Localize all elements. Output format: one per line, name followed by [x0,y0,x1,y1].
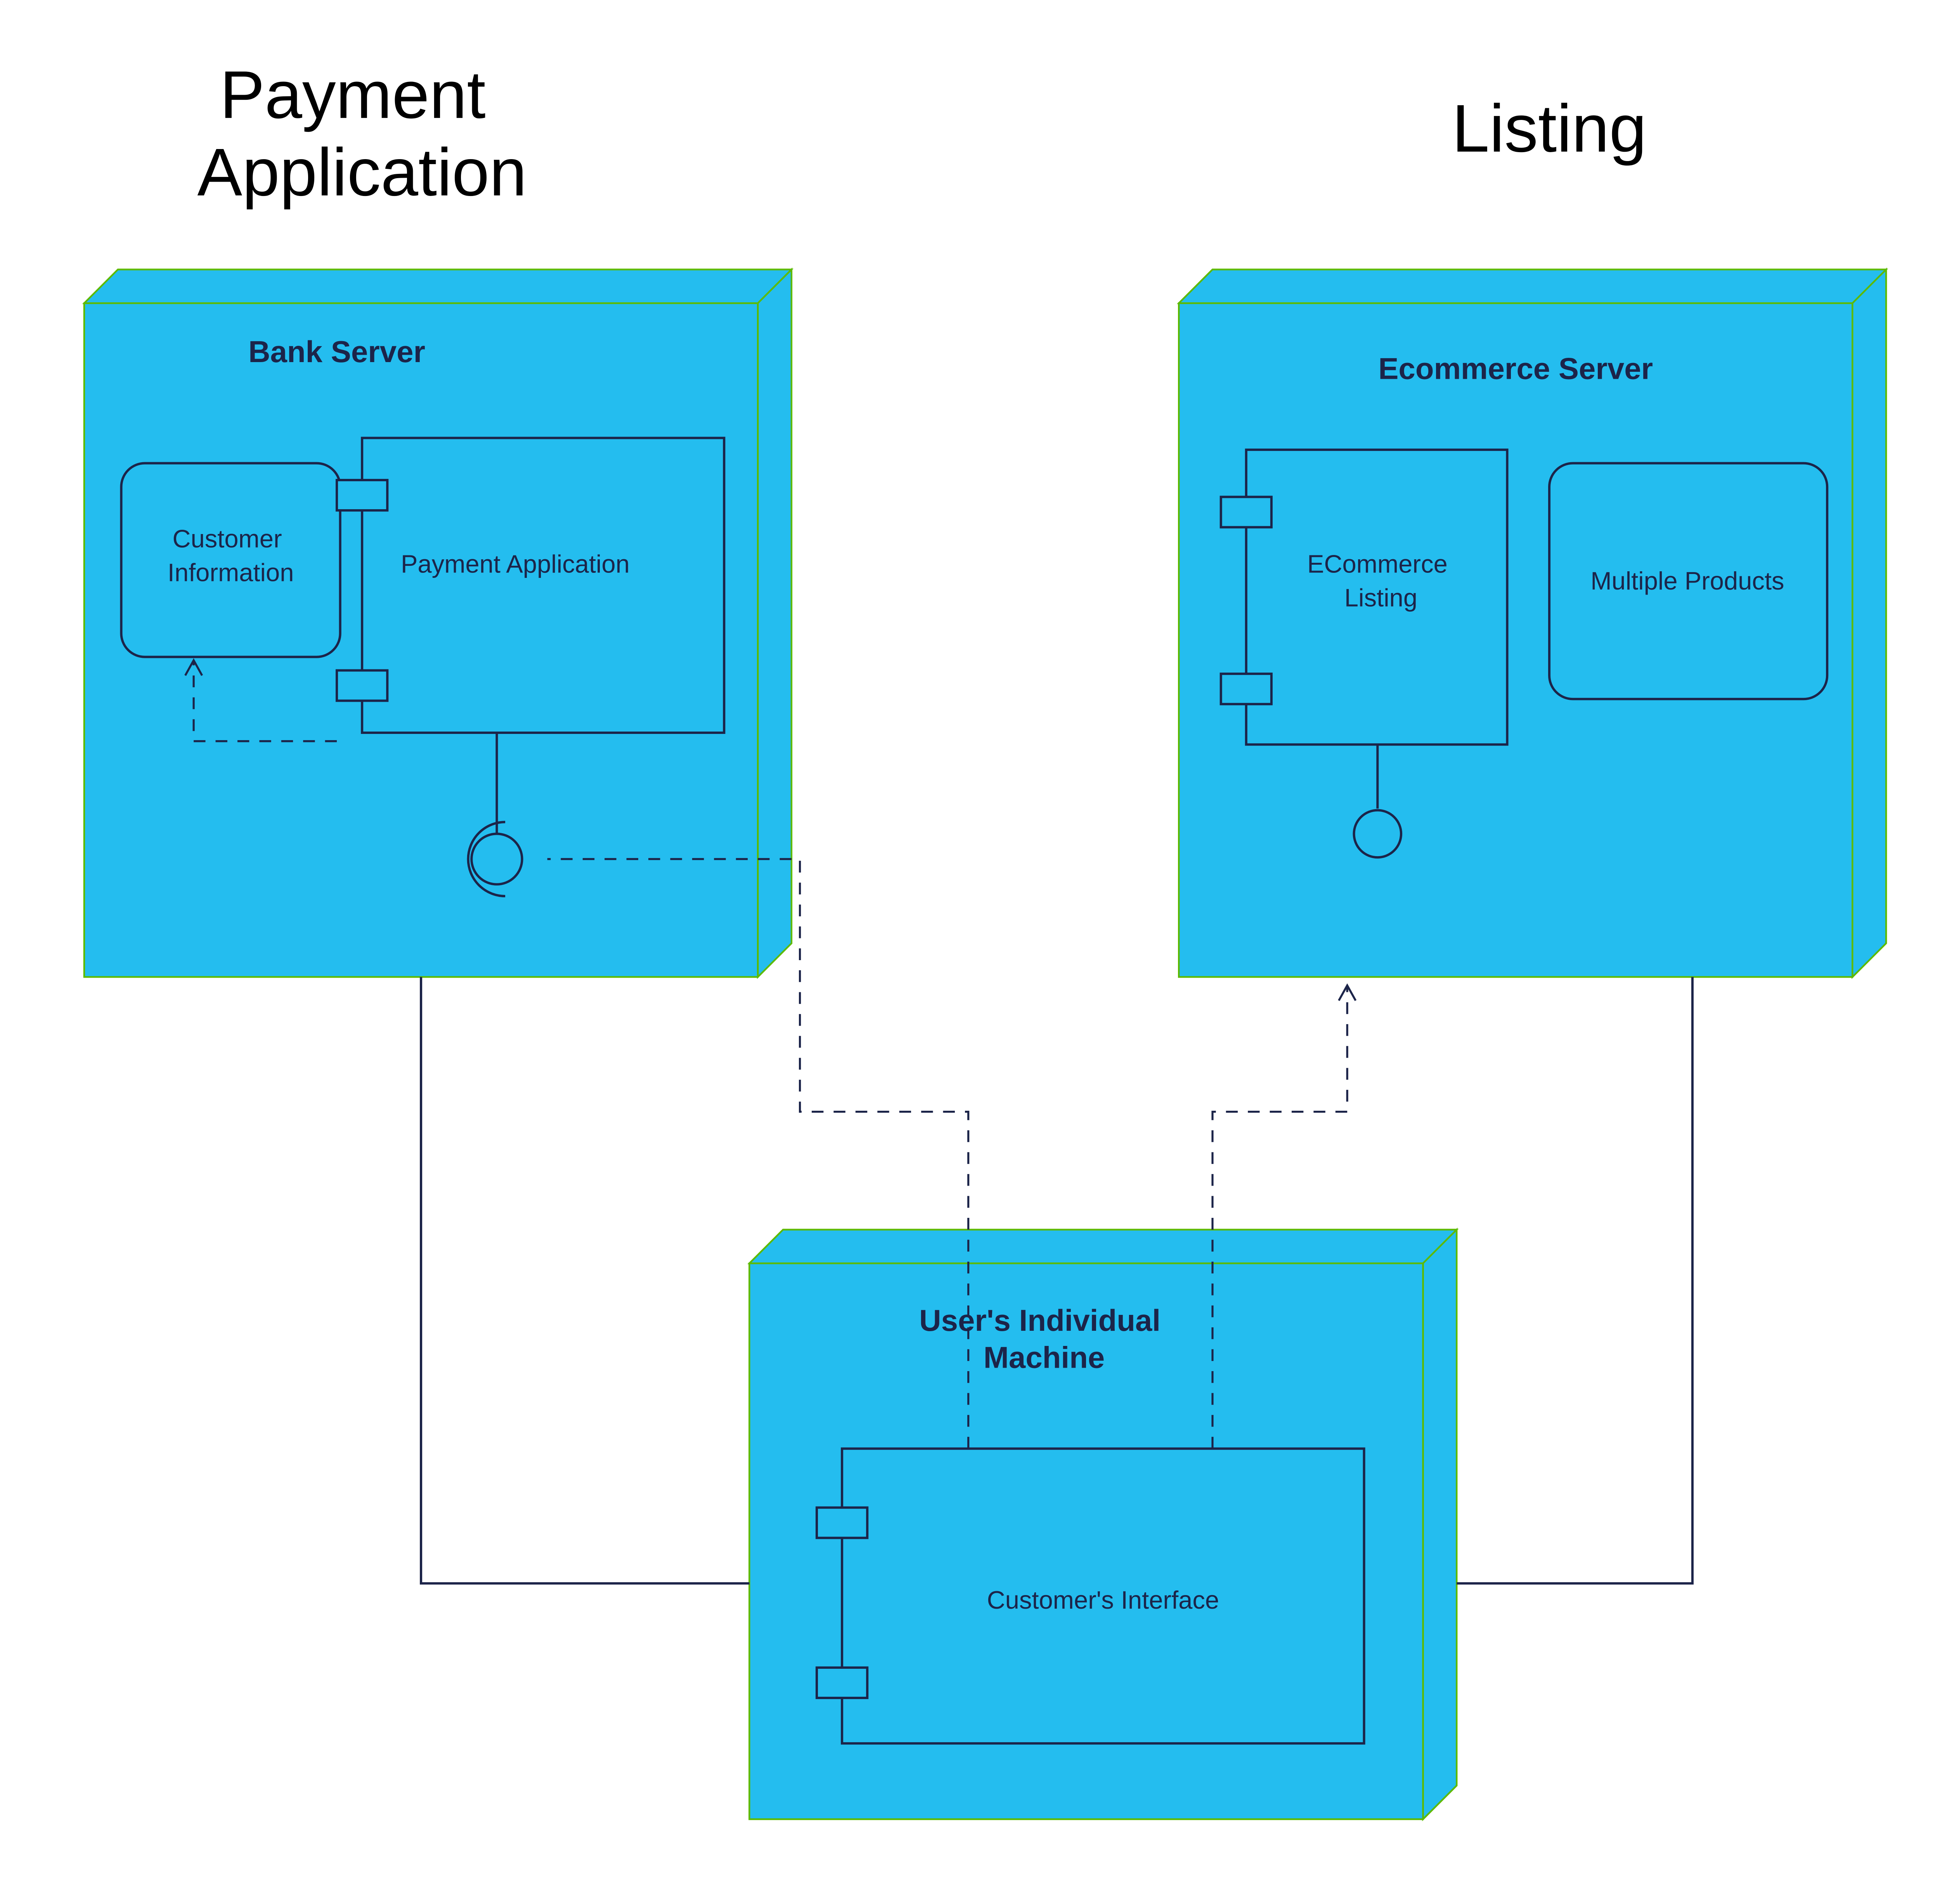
deployment-diagram: Payment Application Listing Bank Server … [0,0,1940,1860]
bank-server-title: Bank Server [248,335,425,369]
customers-interface-label: Customer's Interface [987,1586,1219,1614]
assoc-bank-to-user [421,977,749,1583]
heading-payment-line2: Application [197,134,527,210]
user-machine-line2: Machine [984,1340,1105,1374]
assoc-ecommerce-to-user [1457,977,1692,1583]
node-bank-server: Bank Server Customer Information Payment… [84,269,792,977]
payment-app-label: Payment Application [401,550,630,578]
node-user-machine: User's Individual Machine Customer's Int… [749,1229,1457,1819]
ecommerce-listing-line1: ECommerce [1307,550,1448,578]
heading-listing: Listing [1452,91,1647,166]
heading-payment-line1: Payment [220,57,485,132]
customer-info-line2: Information [168,558,294,586]
ecommerce-listing-line2: Listing [1344,583,1417,612]
heading-payment: Payment Application [197,57,527,210]
ecommerce-server-title: Ecommerce Server [1378,352,1653,386]
node-ecommerce-server: Ecommerce Server ECommerce Listing Multi… [1179,269,1886,977]
multiple-products-label: Multiple Products [1590,567,1784,595]
user-machine-line1: User's Individual [919,1303,1161,1337]
customer-info-line1: Customer [172,525,282,553]
